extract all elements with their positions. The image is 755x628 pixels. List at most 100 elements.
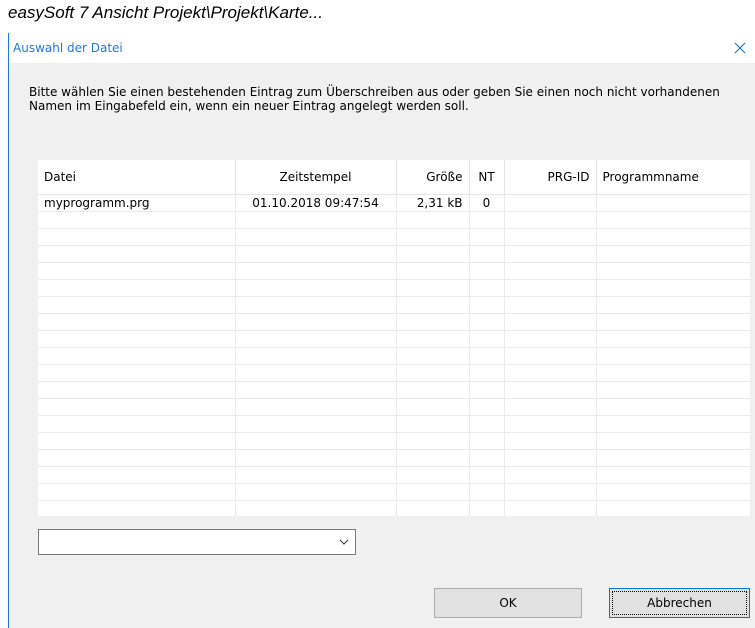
table-cell [504, 466, 597, 484]
table-cell [38, 432, 236, 450]
empty-table-row[interactable] [38, 313, 750, 331]
empty-table-row[interactable] [38, 296, 750, 314]
table-cell [596, 313, 750, 331]
empty-table-row[interactable] [38, 262, 750, 280]
table-cell [504, 381, 597, 399]
table-cell [38, 228, 236, 246]
empty-table-row[interactable] [38, 364, 750, 382]
column-header-programmname[interactable]: Programmname [596, 160, 750, 195]
empty-table-row[interactable] [38, 228, 750, 246]
table-cell [38, 262, 236, 280]
table-cell [396, 211, 470, 229]
table-cell [235, 313, 397, 331]
table-cell [396, 500, 470, 516]
table-cell [469, 500, 505, 516]
empty-table-row[interactable] [38, 381, 750, 399]
table-cell [469, 347, 505, 365]
empty-table-row[interactable] [38, 279, 750, 297]
instruction-text: Bitte wählen Sie einen bestehenden Eintr… [29, 85, 749, 113]
table-cell [596, 279, 750, 297]
table-cell [38, 211, 236, 229]
column-header-datei[interactable]: Datei [38, 160, 236, 195]
empty-table-row[interactable] [38, 466, 750, 484]
cancel-button-label: Abbrechen [647, 596, 712, 610]
close-button[interactable] [724, 33, 755, 63]
table-cell [396, 279, 470, 297]
column-header-nt[interactable]: NT [469, 160, 505, 195]
file-selection-dialog: Auswahl der Datei Bitte wählen Sie einen… [8, 33, 755, 628]
table-cell [504, 347, 597, 365]
table-cell [235, 296, 397, 314]
table-cell [396, 449, 470, 467]
empty-table-row[interactable] [38, 432, 750, 450]
ok-button[interactable]: OK [434, 588, 582, 618]
table-cell [235, 262, 397, 280]
column-header-prg-id[interactable]: PRG-ID [504, 160, 597, 195]
empty-table-row[interactable] [38, 449, 750, 467]
table-cell [504, 194, 597, 212]
table-cell [504, 313, 597, 331]
instruction-line-2: Namen im Eingabefeld ein, wenn ein neuer… [29, 99, 469, 113]
instruction-line-1: Bitte wählen Sie einen bestehenden Eintr… [29, 85, 720, 99]
table-cell [504, 398, 597, 416]
table-cell [38, 381, 236, 399]
table-cell [469, 364, 505, 382]
empty-table-row[interactable] [38, 398, 750, 416]
empty-table-row[interactable] [38, 347, 750, 365]
table-cell [396, 398, 470, 416]
dialog-titlebar[interactable]: Auswahl der Datei [9, 33, 755, 63]
document-caption: easySoft 7 Ansicht Projekt\Projekt\Karte… [8, 3, 323, 22]
table-cell [38, 279, 236, 297]
table-cell [504, 228, 597, 246]
empty-table-row[interactable] [38, 415, 750, 433]
empty-table-row[interactable] [38, 245, 750, 263]
table-cell [469, 330, 505, 348]
table-cell [396, 364, 470, 382]
table-cell [596, 211, 750, 229]
table-cell [596, 347, 750, 365]
table-cell [504, 211, 597, 229]
table-cell [38, 483, 236, 501]
table-cell [596, 398, 750, 416]
empty-table-row[interactable] [38, 330, 750, 348]
dialog-title: Auswahl der Datei [13, 41, 123, 55]
table-cell [396, 245, 470, 263]
table-cell [235, 228, 397, 246]
table-cell [235, 449, 397, 467]
empty-table-row[interactable] [38, 500, 750, 516]
table-cell [596, 415, 750, 433]
table-cell [396, 296, 470, 314]
close-icon [734, 42, 746, 54]
table-cell [504, 432, 597, 450]
table-cell [596, 296, 750, 314]
table-cell [235, 364, 397, 382]
file-list-table[interactable]: Datei Zeitstempel Größe NT PRG-ID Progra… [38, 160, 750, 516]
filename-combobox[interactable] [38, 529, 356, 555]
column-header-zeitstempel[interactable]: Zeitstempel [235, 160, 397, 195]
cancel-button[interactable]: Abbrechen [609, 588, 750, 618]
column-header-groesse[interactable]: Größe [396, 160, 470, 195]
table-cell [504, 364, 597, 382]
table-cell [396, 432, 470, 450]
table-cell [396, 262, 470, 280]
table-cell [469, 211, 505, 229]
table-cell [504, 415, 597, 433]
empty-table-row[interactable] [38, 483, 750, 501]
table-row[interactable]: myprogramm.prg 01.10.2018 09:47:54 2,31 kB… [38, 194, 750, 212]
table-cell [396, 330, 470, 348]
table-cell [596, 466, 750, 484]
empty-table-row[interactable] [38, 211, 750, 229]
table-cell [396, 483, 470, 501]
table-cell [38, 398, 236, 416]
table-cell [596, 228, 750, 246]
table-cell [596, 245, 750, 263]
table-cell [469, 313, 505, 331]
chevron-down-icon[interactable] [337, 530, 351, 554]
table-cell [504, 449, 597, 467]
table-cell: 2,31 kB [396, 194, 470, 212]
table-cell: 01.10.2018 09:47:54 [235, 194, 397, 212]
table-cell [504, 262, 597, 280]
table-cell [596, 364, 750, 382]
table-cell [38, 296, 236, 314]
table-cell [504, 296, 597, 314]
